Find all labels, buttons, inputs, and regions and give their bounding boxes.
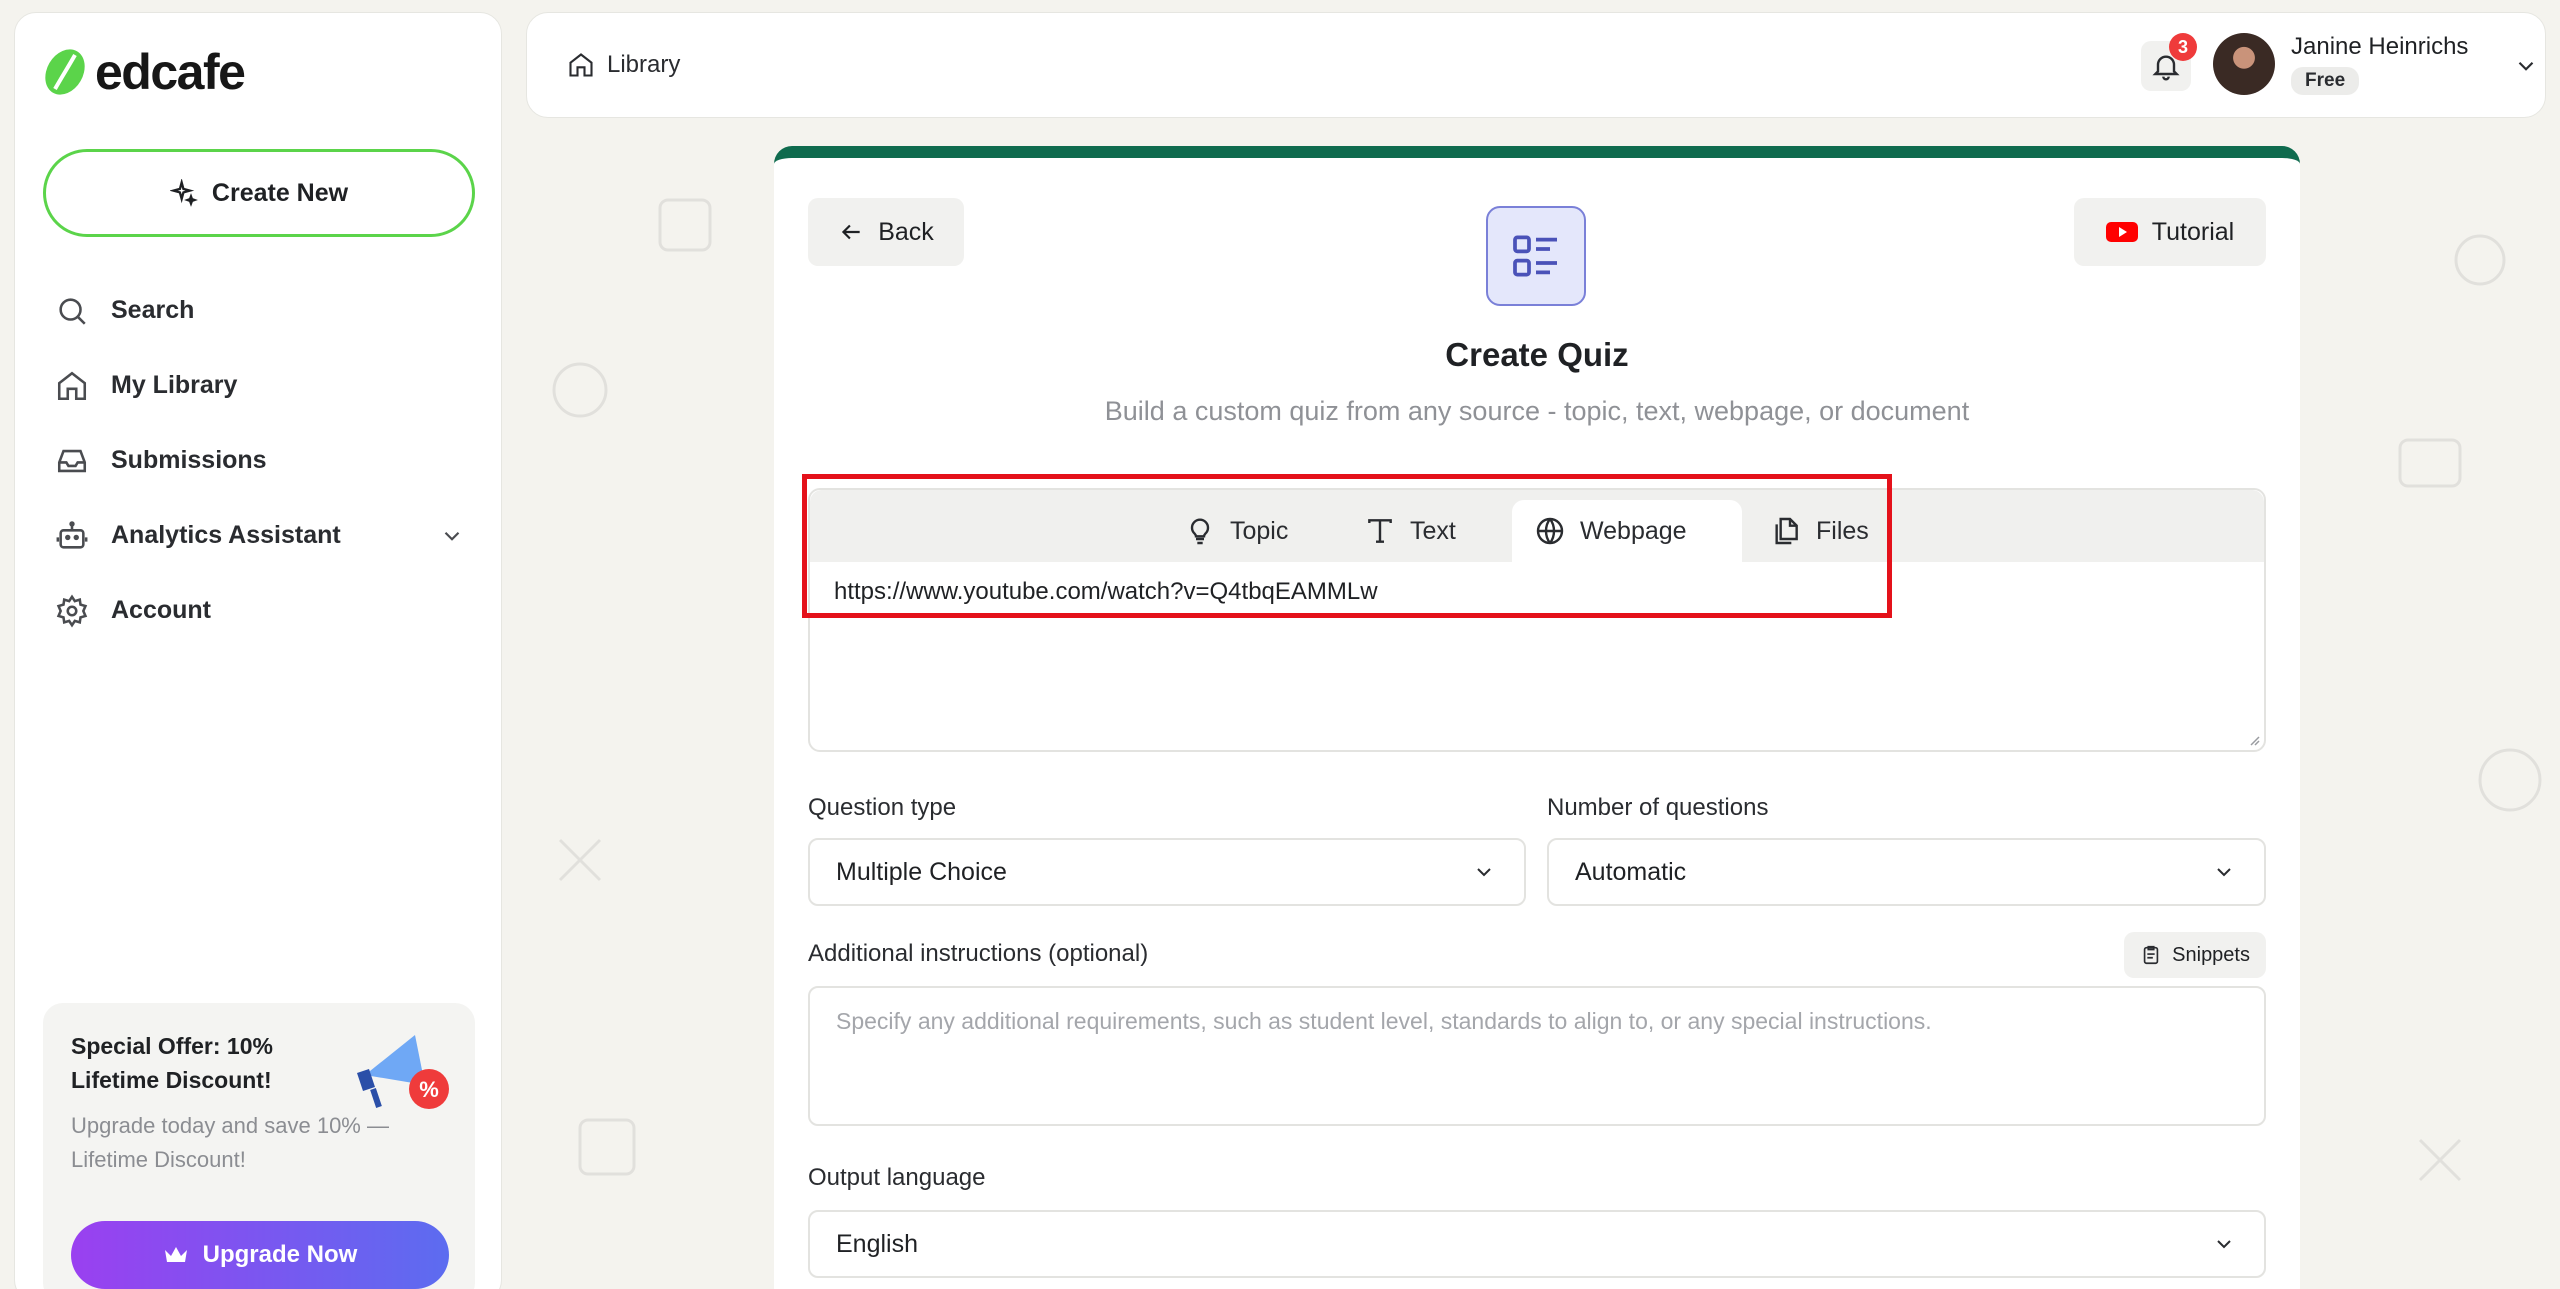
sidebar-item-analytics-assistant[interactable]: Analytics Assistant (55, 498, 475, 573)
output-language-label: Output language (808, 1164, 986, 1191)
breadcrumb[interactable]: Library (567, 51, 680, 79)
back-button[interactable]: Back (808, 198, 964, 266)
bean-icon (45, 49, 85, 95)
top-header: Library 3 Janine Heinrichs Free (526, 12, 2546, 118)
create-new-button[interactable]: Create New (43, 149, 475, 237)
chevron-down-icon (1477, 868, 1491, 877)
tab-topic[interactable]: Topic (1162, 500, 1310, 562)
megaphone-icon: % (357, 1035, 449, 1109)
back-label: Back (878, 217, 934, 246)
url-input[interactable] (834, 578, 2234, 606)
page-title: Create Quiz (1445, 336, 1629, 373)
text-icon (1368, 519, 1392, 543)
tab-files[interactable]: Files (1748, 500, 1891, 562)
inbox-icon (57, 449, 87, 472)
chevron-down-icon (2217, 1240, 2231, 1249)
output-language-value: English (836, 1229, 918, 1258)
robot-icon (56, 520, 88, 549)
question-type-value: Multiple Choice (836, 857, 1007, 886)
num-questions-select[interactable]: Automatic (1547, 838, 2266, 906)
search-icon (59, 297, 86, 325)
question-type-select[interactable]: Multiple Choice (808, 838, 1526, 906)
upgrade-now-label: Upgrade Now (202, 1241, 358, 1268)
home-icon (57, 371, 87, 400)
sidebar-item-my-library[interactable]: My Library (55, 348, 475, 423)
num-questions-label: Number of questions (1547, 794, 1769, 821)
svg-text:%: % (419, 1077, 439, 1102)
page-subtitle: Build a custom quiz from any source - to… (1104, 396, 1970, 426)
sidebar-item-account[interactable]: Account (55, 573, 475, 648)
files-icon (1775, 517, 1798, 545)
globe-icon (1536, 517, 1564, 545)
instructions-label: Additional instructions (optional) (808, 940, 1149, 967)
tab-label: Topic (1230, 516, 1289, 545)
sidebar-item-submissions[interactable]: Submissions (55, 423, 475, 498)
source-tabs: Topic Text Webpage Files (810, 490, 2264, 562)
chevron-down-icon (2217, 868, 2231, 877)
output-language-select[interactable]: English (808, 1210, 2266, 1278)
promo-title: Special Offer: 10% Lifetime Discount! (71, 1033, 273, 1093)
chevron-down-icon[interactable] (439, 523, 465, 549)
plan-badge: Free (2291, 67, 2360, 95)
instructions-textarea[interactable]: Specify any additional requirements, suc… (808, 986, 2266, 1126)
lightbulb-icon (1190, 518, 1210, 545)
instructions-placeholder: Specify any additional requirements, suc… (836, 1008, 1932, 1034)
snippets-button[interactable]: Snippets (2124, 932, 2266, 978)
logo[interactable]: edcafe (41, 43, 246, 101)
chevron-down-icon[interactable] (2513, 53, 2539, 79)
create-quiz-card: Back Tutorial Create Quiz Build a custom… (774, 146, 2300, 1289)
promo-subtitle: Upgrade today and save 10% — Lifetime Di… (71, 1113, 389, 1172)
notification-badge: 3 (2169, 33, 2197, 61)
youtube-icon (2105, 222, 2138, 242)
promo-card: Special Offer: 10% Lifetime Discount! Up… (43, 1003, 475, 1289)
tab-label: Webpage (1580, 516, 1687, 545)
tab-label: Text (1410, 516, 1456, 545)
quiz-list-icon (1486, 206, 1586, 306)
sidebar: edcafe Create New Search My Library Subm… (14, 12, 502, 1289)
tab-text[interactable]: Text (1342, 500, 1478, 562)
sidebar-nav: Search My Library Submissions Analytics … (55, 273, 475, 648)
notifications-button[interactable]: 3 (2141, 33, 2197, 91)
tab-label: Files (1816, 516, 1869, 545)
sidebar-item-search[interactable]: Search (55, 273, 475, 348)
create-new-label: Create New (211, 178, 349, 207)
breadcrumb-label: Library (607, 51, 681, 78)
sparkle-icon (169, 179, 198, 207)
sidebar-item-label: Search (111, 296, 195, 324)
logo-text: edcafe (95, 44, 246, 100)
crown-icon (164, 1247, 187, 1262)
snippets-label: Snippets (2172, 943, 2250, 966)
clipboard-icon (2143, 945, 2159, 965)
sidebar-item-label: Submissions (111, 446, 267, 474)
num-questions-value: Automatic (1575, 857, 1687, 886)
tutorial-label: Tutorial (2151, 217, 2235, 246)
arrow-left-icon (842, 224, 860, 240)
sidebar-item-label: My Library (111, 371, 238, 399)
gear-icon (56, 594, 88, 627)
home-icon (569, 53, 593, 77)
source-input-box: Topic Text Webpage Files (808, 488, 2266, 752)
avatar[interactable] (2213, 33, 2275, 95)
upgrade-now-button[interactable]: Upgrade Now (71, 1221, 449, 1289)
sidebar-item-label: Analytics Assistant (111, 521, 341, 549)
user-name: Janine Heinrichs (2291, 33, 2469, 60)
tutorial-button[interactable]: Tutorial (2074, 198, 2266, 266)
sidebar-item-label: Account (111, 596, 211, 624)
tab-webpage[interactable]: Webpage (1512, 500, 1742, 562)
question-type-label: Question type (808, 794, 957, 821)
resize-handle-icon[interactable] (2246, 732, 2260, 746)
